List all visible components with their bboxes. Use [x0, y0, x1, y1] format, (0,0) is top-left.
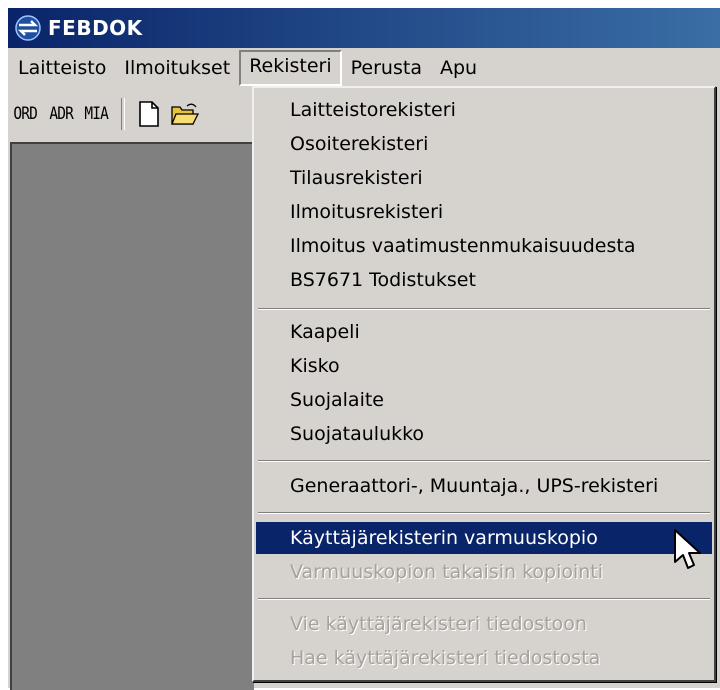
rekisteri-dropdown-menu: Laitteistorekisteri Osoiterekisteri Tila… — [252, 86, 716, 682]
menu-item-bs7671-todistukset[interactable]: BS7671 Todistukset — [256, 264, 712, 296]
menu-bar: Laitteisto Ilmoitukset Rekisteri Perusta… — [8, 50, 720, 86]
menu-item-kayttajarekisterin-varmuuskopio[interactable]: Käyttäjärekisterin varmuuskopio — [256, 522, 712, 554]
menu-separator — [258, 460, 710, 462]
menu-item-osoiterekisteri[interactable]: Osoiterekisteri — [256, 128, 712, 160]
open-folder-icon[interactable] — [171, 100, 200, 128]
menu-item-vie-kayttajarekisteri-tiedostoon: Vie käyttäjärekisteri tiedostoon — [290, 613, 587, 635]
menu-item-generaattori-muuntaja-ups[interactable]: Generaattori-, Muuntaja., UPS-rekisteri — [256, 470, 712, 502]
new-document-icon[interactable] — [135, 100, 163, 128]
adr-button[interactable]: ADR — [46, 104, 76, 124]
menu-perusta[interactable]: Perusta — [342, 52, 431, 84]
toolbar-separator — [121, 98, 126, 130]
window-title: FEBDOK — [48, 16, 143, 40]
febdok-logo-icon — [14, 14, 42, 42]
menu-item-tilausrekisteri[interactable]: Tilausrekisteri — [256, 162, 712, 194]
menu-item-suojalaite[interactable]: Suojalaite — [256, 384, 712, 416]
menu-item-hae-kayttajarekisteri-tiedostosta: Hae käyttäjärekisteri tiedostosta — [290, 647, 601, 669]
menu-separator — [258, 308, 710, 310]
title-bar[interactable]: FEBDOK — [8, 8, 720, 48]
mia-button[interactable]: MIA — [81, 104, 111, 124]
menu-item-ilmoitus-vaatimustenmukaisuudesta[interactable]: Ilmoitus vaatimustenmukaisuudesta — [256, 230, 712, 262]
menu-item-kaapeli[interactable]: Kaapeli — [256, 316, 712, 348]
menu-separator — [258, 512, 710, 514]
menu-item-varmuuskopion-takaisin-kopiointi: Varmuuskopion takaisin kopiointi — [290, 561, 604, 583]
menu-item-ilmoitusrekisteri[interactable]: Ilmoitusrekisteri — [256, 196, 712, 228]
mdi-workspace — [10, 142, 254, 690]
mouse-pointer-icon — [672, 528, 702, 576]
ord-button[interactable]: ORD — [10, 104, 40, 124]
menu-laitteisto[interactable]: Laitteisto — [8, 52, 115, 84]
menu-rekisteri[interactable]: Rekisteri — [239, 50, 342, 86]
menu-separator — [258, 598, 710, 600]
menu-item-suojataulukko[interactable]: Suojataulukko — [256, 418, 712, 450]
menu-item-laitteistorekisteri[interactable]: Laitteistorekisteri — [256, 94, 712, 126]
menu-ilmoitukset[interactable]: Ilmoitukset — [115, 52, 239, 84]
menu-apu[interactable]: Apu — [431, 52, 486, 84]
menu-item-kisko[interactable]: Kisko — [256, 350, 712, 382]
